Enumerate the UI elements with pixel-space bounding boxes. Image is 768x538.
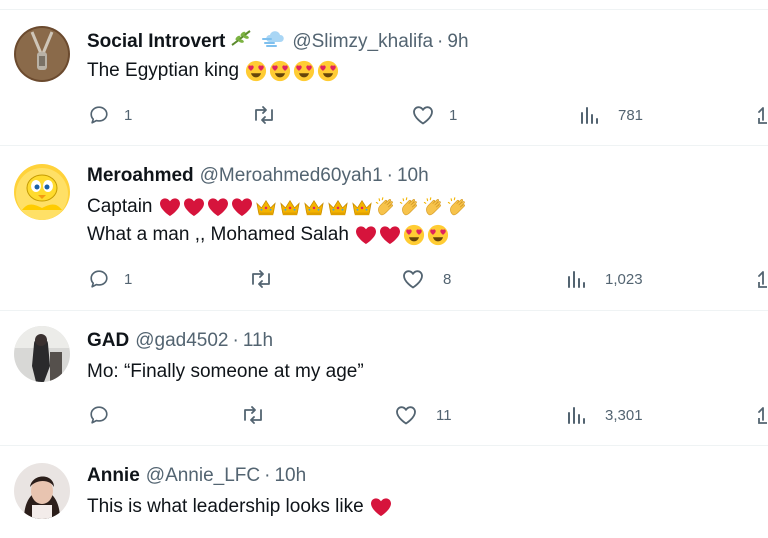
crown-emoji [303, 197, 325, 217]
views-icon [568, 271, 585, 288]
heart-eyes-emoji [403, 224, 425, 246]
emoji-row [355, 224, 451, 246]
clapping-hands-emoji [375, 196, 397, 218]
author-name[interactable]: GAD [87, 329, 129, 353]
tweet-text-line: This is what leadership looks like [87, 496, 364, 517]
crown-emoji [279, 197, 301, 217]
avatar[interactable] [14, 26, 70, 82]
heart-eyes-emoji [245, 60, 267, 82]
emoji-row [245, 60, 341, 82]
crown-emoji [327, 197, 349, 217]
retweet-button[interactable] [248, 268, 274, 290]
tweet-text-line: Mo: “Finally someone at my age” [87, 361, 364, 382]
timestamp[interactable]: 10h [274, 464, 306, 488]
author-handle[interactable]: @Slimzy_khalifa [292, 30, 433, 54]
avatar[interactable] [14, 326, 70, 382]
retweet-button[interactable] [251, 104, 277, 126]
separator-dot: · [437, 30, 444, 52]
views-count: 781 [618, 106, 644, 124]
tweet-text: Mo: “Finally someone at my age” [87, 358, 370, 386]
reply-icon [90, 406, 108, 424]
tweet-text-line: Captain [87, 196, 153, 217]
share-icon[interactable] [758, 406, 768, 426]
olive-branch-icon [230, 28, 252, 55]
reply-icon [90, 106, 108, 124]
emoji-row [370, 497, 394, 517]
red-heart-emoji [355, 225, 377, 245]
heart-eyes-emoji [293, 60, 315, 82]
tweet-text-line: The Egyptian king [87, 60, 240, 81]
author-name[interactable]: Social Introvert [87, 30, 225, 54]
like-button[interactable]: 1 [411, 104, 457, 126]
tweet-text: Captain [87, 193, 471, 221]
tweet-gad[interactable]: GAD @gad4502 · 11h Mo: “Finally someone … [0, 311, 768, 446]
tweet-meroahmed[interactable]: Meroahmed @Meroahmed60yah1 · 10h Captain… [0, 146, 768, 311]
views-icon [581, 107, 598, 124]
like-button[interactable]: 8 [401, 268, 451, 290]
share-icon[interactable] [758, 270, 768, 290]
tweet-text: This is what leadership looks like [87, 493, 394, 521]
separator-dot: · [232, 330, 239, 351]
red-heart-emoji [207, 197, 229, 217]
retweet-icon [255, 106, 273, 124]
reply-count: 1 [124, 106, 133, 124]
clapping-hands-emoji [399, 196, 421, 218]
separator-dot: · [386, 165, 393, 186]
retweet-button[interactable] [240, 404, 266, 426]
author-name[interactable]: Meroahmed [87, 164, 194, 188]
tweet-social-introvert[interactable]: Social Introvert @Slimzy_khalifa · 9h Th… [0, 10, 768, 146]
clapping-hands-emoji [447, 196, 469, 218]
separator-dot: · [264, 465, 271, 486]
clapping-hands-emoji [423, 196, 445, 218]
like-count: 8 [443, 270, 452, 288]
red-heart-emoji [379, 225, 401, 245]
tweet-text-line: What a man ,, Mohamed Salah [87, 224, 349, 245]
tweet-text: What a man ,, Mohamed Salah [87, 221, 451, 249]
like-count: 11 [436, 406, 452, 424]
red-heart-emoji [231, 197, 253, 217]
heart-eyes-emoji [427, 224, 449, 246]
emoji-row [159, 196, 471, 218]
dash-cloud-icon [262, 28, 288, 55]
reply-count: 1 [124, 270, 133, 288]
like-icon [403, 270, 423, 289]
like-icon [413, 106, 433, 125]
avatar[interactable] [14, 164, 70, 220]
red-heart-emoji [370, 497, 392, 517]
timestamp[interactable]: 9h [447, 30, 468, 54]
retweet-icon [244, 406, 262, 424]
author-handle[interactable]: @Meroahmed60yah1 [200, 164, 383, 188]
timestamp[interactable]: 11h [243, 329, 273, 353]
views-count: 1,023 [605, 270, 643, 288]
views-button[interactable]: 781 [579, 104, 643, 126]
red-heart-emoji [183, 197, 205, 217]
author-name[interactable]: Annie [87, 464, 140, 488]
crown-emoji [351, 197, 373, 217]
crown-emoji [255, 197, 277, 217]
tweet-annie[interactable]: Annie @Annie_LFC · 10h This is what lead… [0, 446, 768, 538]
views-icon [568, 407, 585, 424]
heart-eyes-emoji [269, 60, 291, 82]
share-icon[interactable] [758, 106, 768, 126]
reply-button[interactable]: 1 [88, 104, 132, 126]
like-icon [396, 406, 416, 425]
views-count: 3,301 [605, 406, 643, 424]
like-count: 1 [449, 106, 458, 124]
author-handle[interactable]: @gad4502 [135, 329, 228, 353]
red-heart-emoji [159, 197, 181, 217]
tweet-text: The Egyptian king [87, 57, 341, 85]
views-button[interactable]: 3,301 [566, 404, 643, 426]
reply-icon [90, 270, 108, 288]
avatar[interactable] [14, 463, 70, 519]
reply-button[interactable]: 1 [88, 268, 132, 290]
heart-eyes-emoji [317, 60, 339, 82]
like-button[interactable]: 11 [394, 404, 452, 426]
author-handle[interactable]: @Annie_LFC [146, 464, 260, 488]
views-button[interactable]: 1,023 [566, 268, 643, 290]
timestamp[interactable]: 10h [397, 164, 429, 188]
retweet-icon [252, 270, 270, 288]
reply-button[interactable] [88, 404, 110, 426]
